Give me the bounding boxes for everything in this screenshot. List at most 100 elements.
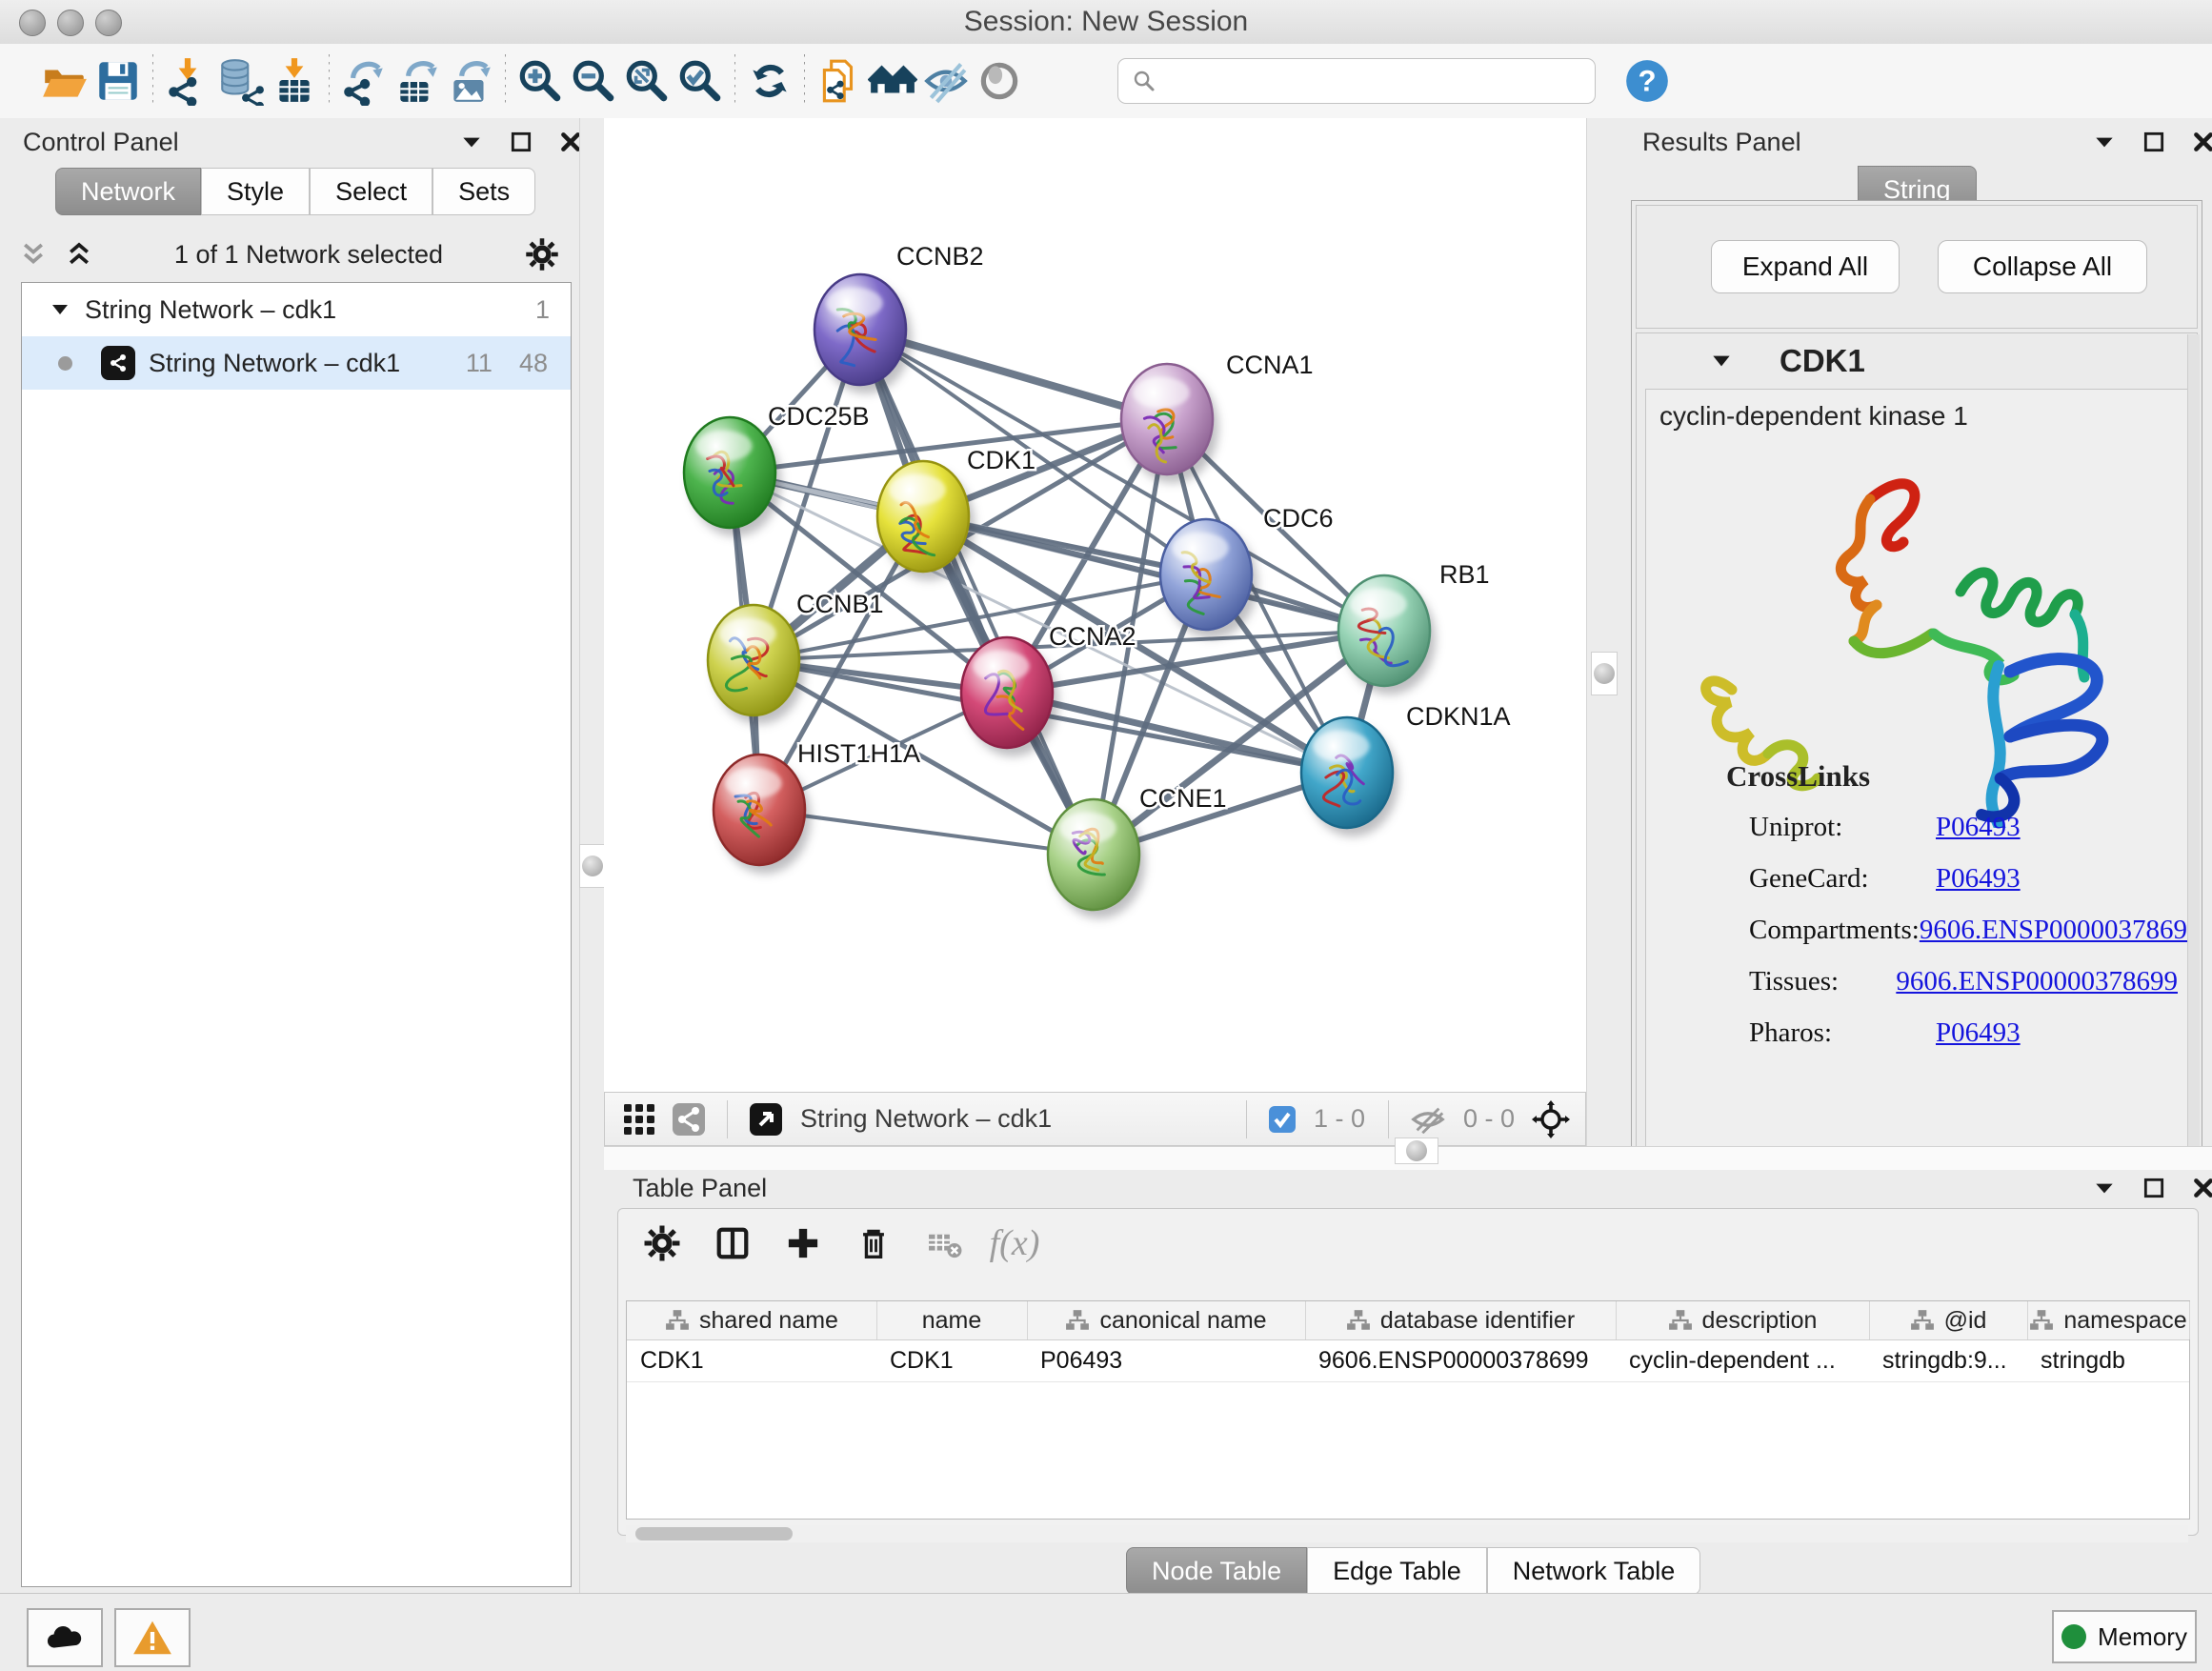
crosslink-link[interactable]: P06493 <box>1936 863 2021 895</box>
cloud-button[interactable] <box>27 1608 103 1667</box>
export-network-icon[interactable] <box>337 52 391 110</box>
hide-graphics-icon[interactable] <box>919 52 973 110</box>
left-splitter-grip[interactable] <box>579 844 606 888</box>
panel-float-icon[interactable] <box>509 130 533 154</box>
zoom-out-icon[interactable] <box>567 52 620 110</box>
column-header[interactable]: @id <box>1869 1301 2028 1339</box>
network-canvas[interactable]: CCNB2CCNA1CDC25BCDK1CDC6RB1CCNB1CCNA2CDK… <box>604 118 1586 1092</box>
tab-style[interactable]: Style <box>201 168 310 215</box>
column-header[interactable]: canonical name <box>1027 1301 1306 1339</box>
table-horizontal-scrollbar[interactable] <box>626 1525 2188 1542</box>
hidden-eye-icon[interactable] <box>1410 1105 1446 1134</box>
network-node-RB1[interactable]: RB1 <box>1338 560 1490 695</box>
selected-counts: 1 - 0 <box>1314 1104 1365 1134</box>
panel-menu-icon[interactable] <box>2092 1176 2117 1200</box>
table-scrollbar-thumb[interactable] <box>635 1527 793 1540</box>
expand-all-button[interactable]: Expand All <box>1711 240 1900 293</box>
gene-section-expander-icon[interactable] <box>1709 349 1734 373</box>
tab-network[interactable]: Network <box>55 168 201 215</box>
zoom-fit-icon[interactable] <box>620 52 674 110</box>
share-view-icon[interactable] <box>672 1102 706 1137</box>
right-splitter-grip[interactable] <box>1591 652 1618 695</box>
refresh-icon[interactable] <box>743 52 796 110</box>
table-cell[interactable]: CDK1 <box>876 1339 1027 1381</box>
help-icon[interactable]: ? <box>1620 52 1674 110</box>
crosslink-link[interactable]: P06493 <box>1936 1017 2021 1049</box>
tab-sets[interactable]: Sets <box>432 168 535 215</box>
table-cell[interactable]: P06493 <box>1027 1339 1305 1381</box>
homes-icon[interactable] <box>866 52 919 110</box>
show-graphics-details-icon[interactable] <box>973 52 1026 110</box>
expand-all-icon[interactable] <box>65 240 93 269</box>
table-cell[interactable]: 9606.ENSP00000378699 <box>1305 1339 1616 1381</box>
import-table-icon[interactable] <box>268 52 321 110</box>
network-node-CCNE1[interactable]: CCNE1 <box>1048 784 1227 918</box>
export-table-icon[interactable] <box>391 52 444 110</box>
horizontal-splitter[interactable] <box>604 1146 2212 1172</box>
left-splitter[interactable] <box>579 118 606 1593</box>
column-header[interactable]: description <box>1616 1301 1870 1339</box>
import-network-icon[interactable] <box>161 52 214 110</box>
create-column-icon[interactable] <box>776 1217 830 1270</box>
tab-node-table[interactable]: Node Table <box>1126 1547 1307 1595</box>
network-node-HIST1H1A[interactable]: HIST1H1A <box>714 739 920 874</box>
import-network-from-database-icon[interactable] <box>214 52 268 110</box>
table-cell[interactable]: stringdb <box>2027 1339 2189 1381</box>
save-session-icon[interactable] <box>91 52 145 110</box>
selected-checkbox-icon[interactable] <box>1268 1105 1297 1134</box>
fit-selected-crosshair-icon[interactable] <box>1532 1100 1570 1138</box>
network-node-CDC25B[interactable]: CDC25B <box>684 402 870 536</box>
table-row[interactable]: CDK1 CDK1 P06493 9606.ENSP00000378699 cy… <box>627 1339 2189 1382</box>
tab-select[interactable]: Select <box>310 168 432 215</box>
tab-edge-table[interactable]: Edge Table <box>1307 1547 1487 1595</box>
right-splitter[interactable] <box>1586 118 1621 1146</box>
tab-network-table[interactable]: Network Table <box>1487 1547 1701 1595</box>
birds-eye-view-icon[interactable] <box>749 1102 783 1137</box>
collection-expander-icon[interactable] <box>49 298 71 321</box>
panel-close-icon[interactable] <box>2191 1176 2212 1200</box>
crosslinks-title: CrossLinks <box>1726 759 1870 794</box>
column-header[interactable]: database identifier <box>1305 1301 1617 1339</box>
network-node-CDC6[interactable]: CDC6 <box>1160 504 1334 638</box>
crosslink-link[interactable]: P06493 <box>1936 812 2021 843</box>
zoom-in-icon[interactable] <box>513 52 567 110</box>
crosslink-link[interactable]: 9606.ENSP00000378699 <box>1920 915 2188 946</box>
collapse-all-icon[interactable] <box>19 240 48 269</box>
delete-column-icon[interactable] <box>847 1217 900 1270</box>
zoom-selected-icon[interactable] <box>674 52 727 110</box>
column-header[interactable]: name <box>876 1301 1028 1339</box>
column-header[interactable]: shared name <box>627 1301 877 1339</box>
table-options-gear-icon[interactable] <box>635 1217 689 1270</box>
crosslink-label: Pharos: <box>1749 1017 1936 1049</box>
panel-menu-icon[interactable] <box>459 130 484 154</box>
network-node-CCNB2[interactable]: CCNB2 <box>814 242 984 393</box>
results-scrollbar[interactable] <box>2187 334 2200 1236</box>
open-file-icon[interactable] <box>38 52 91 110</box>
search-field[interactable] <box>1117 58 1596 104</box>
collapse-all-button[interactable]: Collapse All <box>1938 240 2147 293</box>
search-input[interactable] <box>1166 66 1570 97</box>
panel-float-icon[interactable] <box>2142 1176 2166 1200</box>
network-node-CCNA2[interactable]: CCNA2 <box>961 622 1136 756</box>
show-column-icon[interactable] <box>706 1217 759 1270</box>
export-image-icon[interactable] <box>444 52 497 110</box>
crosslink-link[interactable]: 9606.ENSP00000378699 <box>1896 966 2178 997</box>
table-cell[interactable]: cyclin-dependent ... <box>1616 1339 1869 1381</box>
clone-network-icon[interactable] <box>813 52 866 110</box>
horizontal-splitter-grip[interactable] <box>1395 1137 1438 1164</box>
network-node-CDK1[interactable]: CDK1 <box>877 446 1036 580</box>
table-cell[interactable]: CDK1 <box>627 1339 876 1381</box>
network-node-CCNA1[interactable]: CCNA1 <box>1121 351 1314 483</box>
network-options-gear-icon[interactable] <box>524 236 560 272</box>
network-node-CDKN1A[interactable]: CDKN1A <box>1301 702 1511 836</box>
grid-view-icon[interactable] <box>622 1102 656 1137</box>
panel-menu-icon[interactable] <box>2092 130 2117 154</box>
panel-float-icon[interactable] <box>2142 130 2166 154</box>
warning-button[interactable] <box>114 1608 191 1667</box>
column-header[interactable]: namespace <box>2027 1301 2190 1339</box>
network-collection-row[interactable]: String Network – cdk1 1 <box>22 283 571 336</box>
network-row[interactable]: String Network – cdk1 11 48 <box>22 336 571 390</box>
panel-close-icon[interactable] <box>2191 130 2212 154</box>
memory-button[interactable]: Memory <box>2052 1610 2197 1663</box>
table-cell[interactable]: stringdb:9... <box>1869 1339 2027 1381</box>
